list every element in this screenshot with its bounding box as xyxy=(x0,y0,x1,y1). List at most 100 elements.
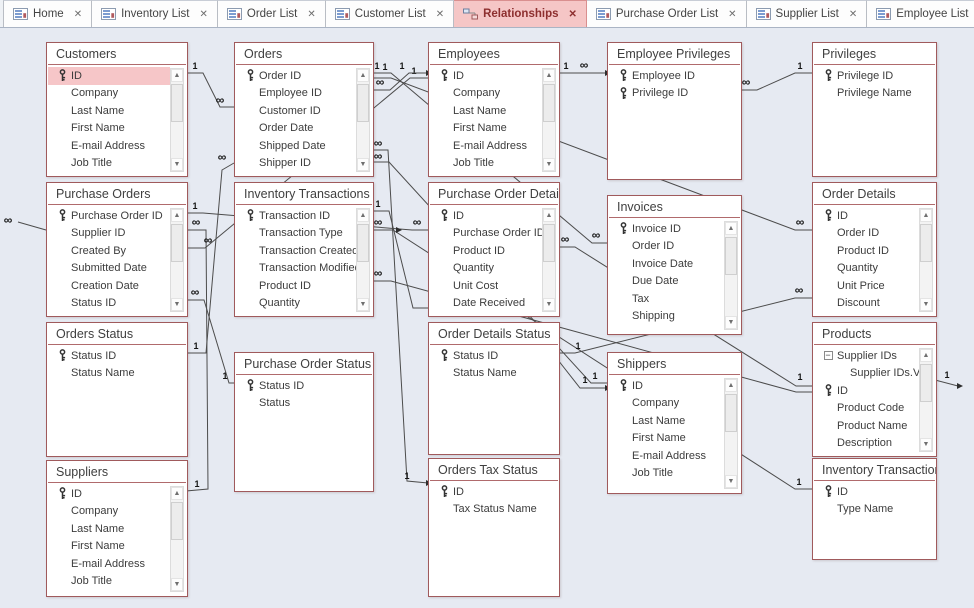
field-row-product-name[interactable]: Product Name xyxy=(814,417,919,435)
relationship-line[interactable] xyxy=(186,163,234,353)
table-suppliers[interactable]: SuppliersIDCompanyLast NameFirst NameE-m… xyxy=(46,460,188,597)
scroll-down-button[interactable]: ▼ xyxy=(725,475,737,488)
field-row-e-mail-address[interactable]: E-mail Address xyxy=(48,555,170,573)
table-employees[interactable]: EmployeesIDCompanyLast NameFirst NameE-m… xyxy=(428,42,560,177)
scroll-thumb[interactable] xyxy=(357,224,369,262)
field-row-id[interactable]: ID xyxy=(430,67,542,85)
scroll-down-button[interactable]: ▼ xyxy=(171,158,183,171)
field-row-created-by[interactable]: Created By xyxy=(48,242,170,260)
field-row-status-id[interactable]: Status ID xyxy=(430,347,558,365)
field-row-shipper-id[interactable]: Shipper ID xyxy=(236,155,356,173)
scroll-up-button[interactable]: ▲ xyxy=(725,222,737,235)
scrollbar[interactable]: ▲▼ xyxy=(542,208,556,312)
field-row-quantity[interactable]: Quantity xyxy=(236,295,356,313)
relationship-line[interactable] xyxy=(740,73,812,90)
scroll-down-button[interactable]: ▼ xyxy=(543,158,555,171)
field-row-first-name[interactable]: First Name xyxy=(48,120,170,138)
table-inventory-transaction-types[interactable]: Inventory Transaction ...IDType Name xyxy=(812,458,937,560)
field-row-purchase-order-id[interactable]: Purchase Order ID xyxy=(430,225,542,243)
scroll-thumb[interactable] xyxy=(171,502,183,540)
field-row-submitted-date[interactable]: Submitted Date xyxy=(48,260,170,278)
field-row-first-name[interactable]: First Name xyxy=(609,430,724,448)
field-row-e-mail-address[interactable]: E-mail Address xyxy=(48,137,170,155)
scroll-track[interactable] xyxy=(725,235,737,316)
field-row-employee-id[interactable]: Employee ID xyxy=(609,67,740,85)
field-row-job-title[interactable]: Job Title xyxy=(48,155,170,173)
field-row-status-name[interactable]: Status Name xyxy=(430,365,558,383)
table-invoices[interactable]: InvoicesInvoice IDOrder IDInvoice DateDu… xyxy=(607,195,742,335)
field-row-company[interactable]: Company xyxy=(609,395,724,413)
field-row-quantity[interactable]: Quantity xyxy=(814,260,919,278)
table-purchase-order-details[interactable]: Purchase Order DetailsIDPurchase Order I… xyxy=(428,182,560,317)
field-row-discount[interactable]: Discount xyxy=(814,295,919,313)
field-row-unit-cost[interactable]: Unit Cost xyxy=(430,277,542,295)
scroll-up-button[interactable]: ▲ xyxy=(543,209,555,222)
scroll-track[interactable] xyxy=(171,500,183,578)
field-row-product-id[interactable]: Product ID xyxy=(236,277,356,295)
scrollbar[interactable]: ▲▼ xyxy=(919,208,933,312)
field-row-last-name[interactable]: Last Name xyxy=(48,520,170,538)
scroll-up-button[interactable]: ▲ xyxy=(920,349,932,362)
table-purchase-orders[interactable]: Purchase OrdersPurchase Order IDSupplier… xyxy=(46,182,188,317)
scroll-thumb[interactable] xyxy=(543,224,555,262)
scrollbar[interactable]: ▲▼ xyxy=(542,68,556,172)
table-products[interactable]: Products−Supplier IDsSupplier IDs.ValIDP… xyxy=(812,322,937,457)
field-row-privilege-id[interactable]: Privilege ID xyxy=(814,67,935,85)
scroll-thumb[interactable] xyxy=(725,394,737,432)
table-employee-privileges[interactable]: Employee PrivilegesEmployee IDPrivilege … xyxy=(607,42,742,180)
scroll-thumb[interactable] xyxy=(920,224,932,262)
scroll-track[interactable] xyxy=(920,362,932,438)
field-row-job-title[interactable]: Job Title xyxy=(430,155,542,173)
field-row-transaction-created[interactable]: Transaction Created xyxy=(236,242,356,260)
scroll-up-button[interactable]: ▲ xyxy=(171,209,183,222)
table-customers[interactable]: CustomersIDCompanyLast NameFirst NameE-m… xyxy=(46,42,188,177)
field-row-status-id[interactable]: Status ID xyxy=(236,377,372,395)
field-row-last-name[interactable]: Last Name xyxy=(609,412,724,430)
field-row-order-date[interactable]: Order Date xyxy=(236,120,356,138)
field-row-shipping[interactable]: Shipping xyxy=(609,308,724,326)
scroll-down-button[interactable]: ▼ xyxy=(543,298,555,311)
scroll-track[interactable] xyxy=(543,222,555,298)
scroll-track[interactable] xyxy=(357,82,369,158)
field-row-invoice-date[interactable]: Invoice Date xyxy=(609,255,724,273)
field-row-id[interactable]: ID xyxy=(48,485,170,503)
scroll-track[interactable] xyxy=(920,222,932,298)
table-inventory-transactions[interactable]: Inventory TransactionsTransaction IDTran… xyxy=(234,182,374,317)
field-row-shipped-date[interactable]: Shipped Date xyxy=(236,137,356,155)
field-row-product-code[interactable]: Product Code xyxy=(814,400,919,418)
scroll-up-button[interactable]: ▲ xyxy=(543,69,555,82)
field-row-transaction-type[interactable]: Transaction Type xyxy=(236,225,356,243)
scroll-track[interactable] xyxy=(543,82,555,158)
field-row-quantity[interactable]: Quantity xyxy=(430,260,542,278)
field-row-e-mail-address[interactable]: E-mail Address xyxy=(609,447,724,465)
field-row-status-name[interactable]: Status Name xyxy=(48,365,186,383)
scroll-down-button[interactable]: ▼ xyxy=(357,158,369,171)
field-row-order-id[interactable]: Order ID xyxy=(609,238,724,256)
field-row-last-name[interactable]: Last Name xyxy=(48,102,170,120)
table-orders-status[interactable]: Orders StatusStatus IDStatus Name xyxy=(46,322,188,457)
scroll-down-button[interactable]: ▼ xyxy=(725,316,737,329)
field-row-job-title[interactable]: Job Title xyxy=(48,573,170,591)
field-row-tax-status-name[interactable]: Tax Status Name xyxy=(430,501,558,519)
field-row-supplier-ids[interactable]: −Supplier IDs xyxy=(814,347,919,365)
table-purchase-order-status[interactable]: Purchase Order StatusStatus IDStatus xyxy=(234,352,374,492)
table-orders-tax-status[interactable]: Orders Tax StatusIDTax Status Name xyxy=(428,458,560,597)
field-row-company[interactable]: Company xyxy=(48,503,170,521)
field-row-status-id[interactable]: Status ID xyxy=(48,295,170,313)
scroll-track[interactable] xyxy=(171,82,183,158)
field-row-unit-price[interactable]: Unit Price xyxy=(814,277,919,295)
field-row-product-id[interactable]: Product ID xyxy=(814,242,919,260)
table-orders[interactable]: OrdersOrder IDEmployee IDCustomer IDOrde… xyxy=(234,42,374,177)
scroll-down-button[interactable]: ▼ xyxy=(920,438,932,451)
relationship-line[interactable] xyxy=(935,380,958,386)
scroll-down-button[interactable]: ▼ xyxy=(171,298,183,311)
field-row-id[interactable]: ID xyxy=(814,382,919,400)
field-row-type-name[interactable]: Type Name xyxy=(814,501,935,519)
scroll-thumb[interactable] xyxy=(357,84,369,122)
scrollbar[interactable]: ▲▼ xyxy=(724,378,738,489)
field-row-privilege-name[interactable]: Privilege Name xyxy=(814,85,935,103)
scrollbar[interactable]: ▲▼ xyxy=(170,208,184,312)
field-row-transaction-id[interactable]: Transaction ID xyxy=(236,207,356,225)
field-row-privilege-id[interactable]: Privilege ID xyxy=(609,85,740,103)
scroll-up-button[interactable]: ▲ xyxy=(920,209,932,222)
